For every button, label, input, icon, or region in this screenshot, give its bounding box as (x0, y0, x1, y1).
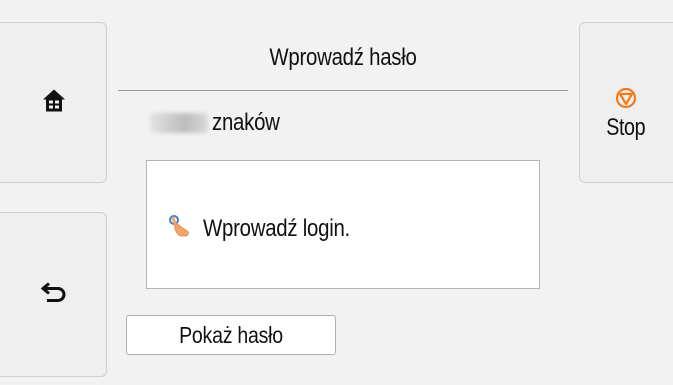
char-count-redacted (150, 113, 208, 133)
back-arrow-icon (40, 281, 67, 308)
stop-icon (615, 87, 637, 114)
title-divider (118, 90, 568, 91)
show-password-label: Pokaż hasło (179, 321, 283, 348)
page-title: Wprowadź hasło (269, 44, 417, 71)
stop-label: Stop (606, 114, 646, 141)
password-input-field[interactable]: Wprowadź login. (146, 160, 540, 289)
home-button[interactable] (0, 22, 107, 183)
password-entry-screen: Stop Wprowadź hasło znaków Wprowadź logi… (0, 0, 673, 385)
home-icon (41, 87, 67, 118)
login-hint-text: Wprowadź login. (203, 214, 350, 242)
show-password-button[interactable]: Pokaż hasło (126, 315, 336, 355)
back-button[interactable] (0, 212, 107, 377)
login-hint: Wprowadź login. (167, 213, 376, 244)
char-count-label: znaków (212, 109, 280, 136)
tap-hand-icon (167, 213, 193, 244)
stop-button[interactable]: Stop (579, 22, 673, 183)
password-char-count: znaków (150, 108, 292, 138)
